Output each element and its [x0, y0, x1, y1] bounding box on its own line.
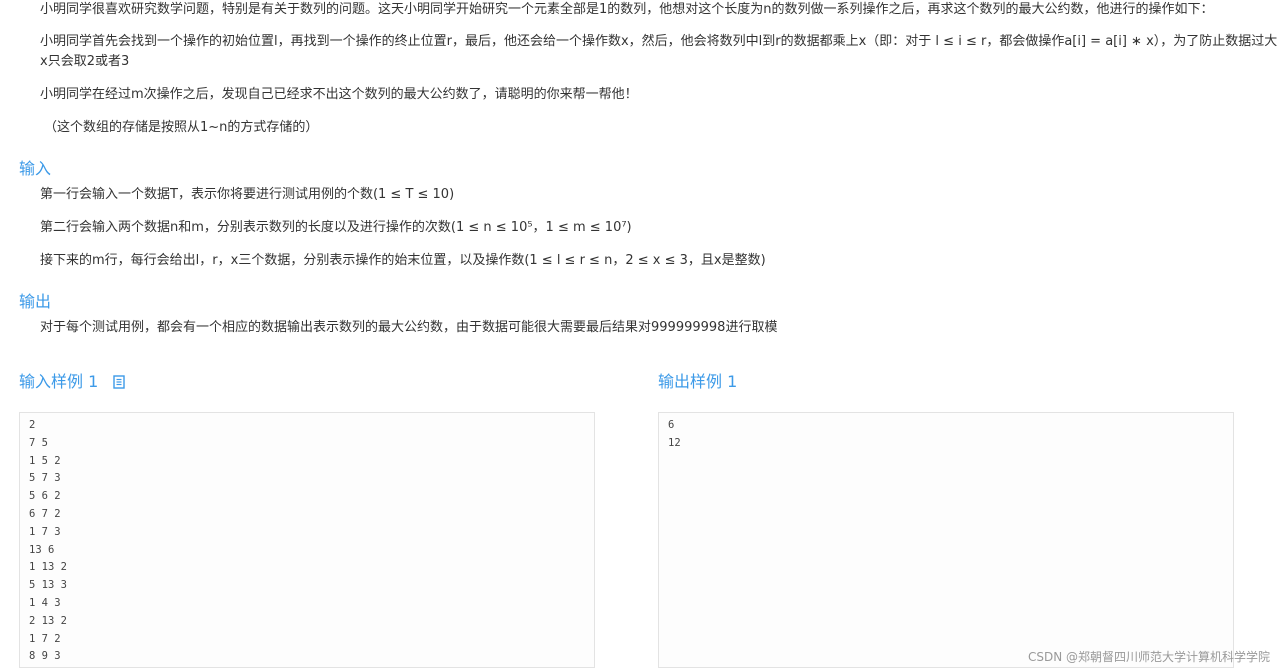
- output-heading: 输出: [19, 292, 52, 311]
- problem-paragraph-2: 小明同学首先会找到一个操作的初始位置l，再找到一个操作的终止位置r，最后，他还会…: [40, 34, 1278, 69]
- problem-paragraph-1: 小明同学很喜欢研究数学问题，特别是有关于数列的问题。这天小明同学开始研究一个元素…: [40, 2, 1214, 17]
- sample-input-content: 2 7 5 1 5 2 5 7 3 5 6 2 6 7 2 1 7 3 13 6…: [29, 419, 67, 663]
- watermark: CSDN @郑朝督四川师范大学计算机科学学院: [1027, 650, 1270, 664]
- sample-input-title: 输入样例 1: [19, 372, 99, 391]
- sample-input-box[interactable]: 2 7 5 1 5 2 5 7 3 5 6 2 6 7 2 1 7 3 13 6…: [19, 412, 595, 668]
- copy-icon[interactable]: [113, 373, 126, 389]
- input-heading: 输入: [19, 159, 52, 178]
- sample-output-heading: 输出样例 1: [658, 372, 738, 391]
- sample-input-heading: 输入样例 1: [19, 371, 126, 393]
- input-line-1: 第一行会输入一个数据T，表示你将要进行测试用例的个数(1 ≤ T ≤ 10): [40, 187, 455, 202]
- problem-paragraph-4: （这个数组的存储是按照从1~n的方式存储的）: [44, 120, 319, 135]
- sample-output-content: 6 12: [668, 419, 681, 449]
- output-line-1: 对于每个测试用例，都会有一个相应的数据输出表示数列的最大公约数，由于数据可能很大…: [40, 320, 778, 335]
- input-line-2: 第二行会输入两个数据n和m，分别表示数列的长度以及进行操作的次数(1 ≤ n ≤…: [40, 220, 632, 235]
- problem-paragraph-3: 小明同学在经过m次操作之后，发现自己已经求不出这个数列的最大公约数了，请聪明的你…: [40, 87, 638, 102]
- input-line-3: 接下来的m行，每行会给出l，r，x三个数据，分别表示操作的始末位置，以及操作数(…: [40, 253, 766, 268]
- sample-output-box[interactable]: 6 12: [658, 412, 1234, 668]
